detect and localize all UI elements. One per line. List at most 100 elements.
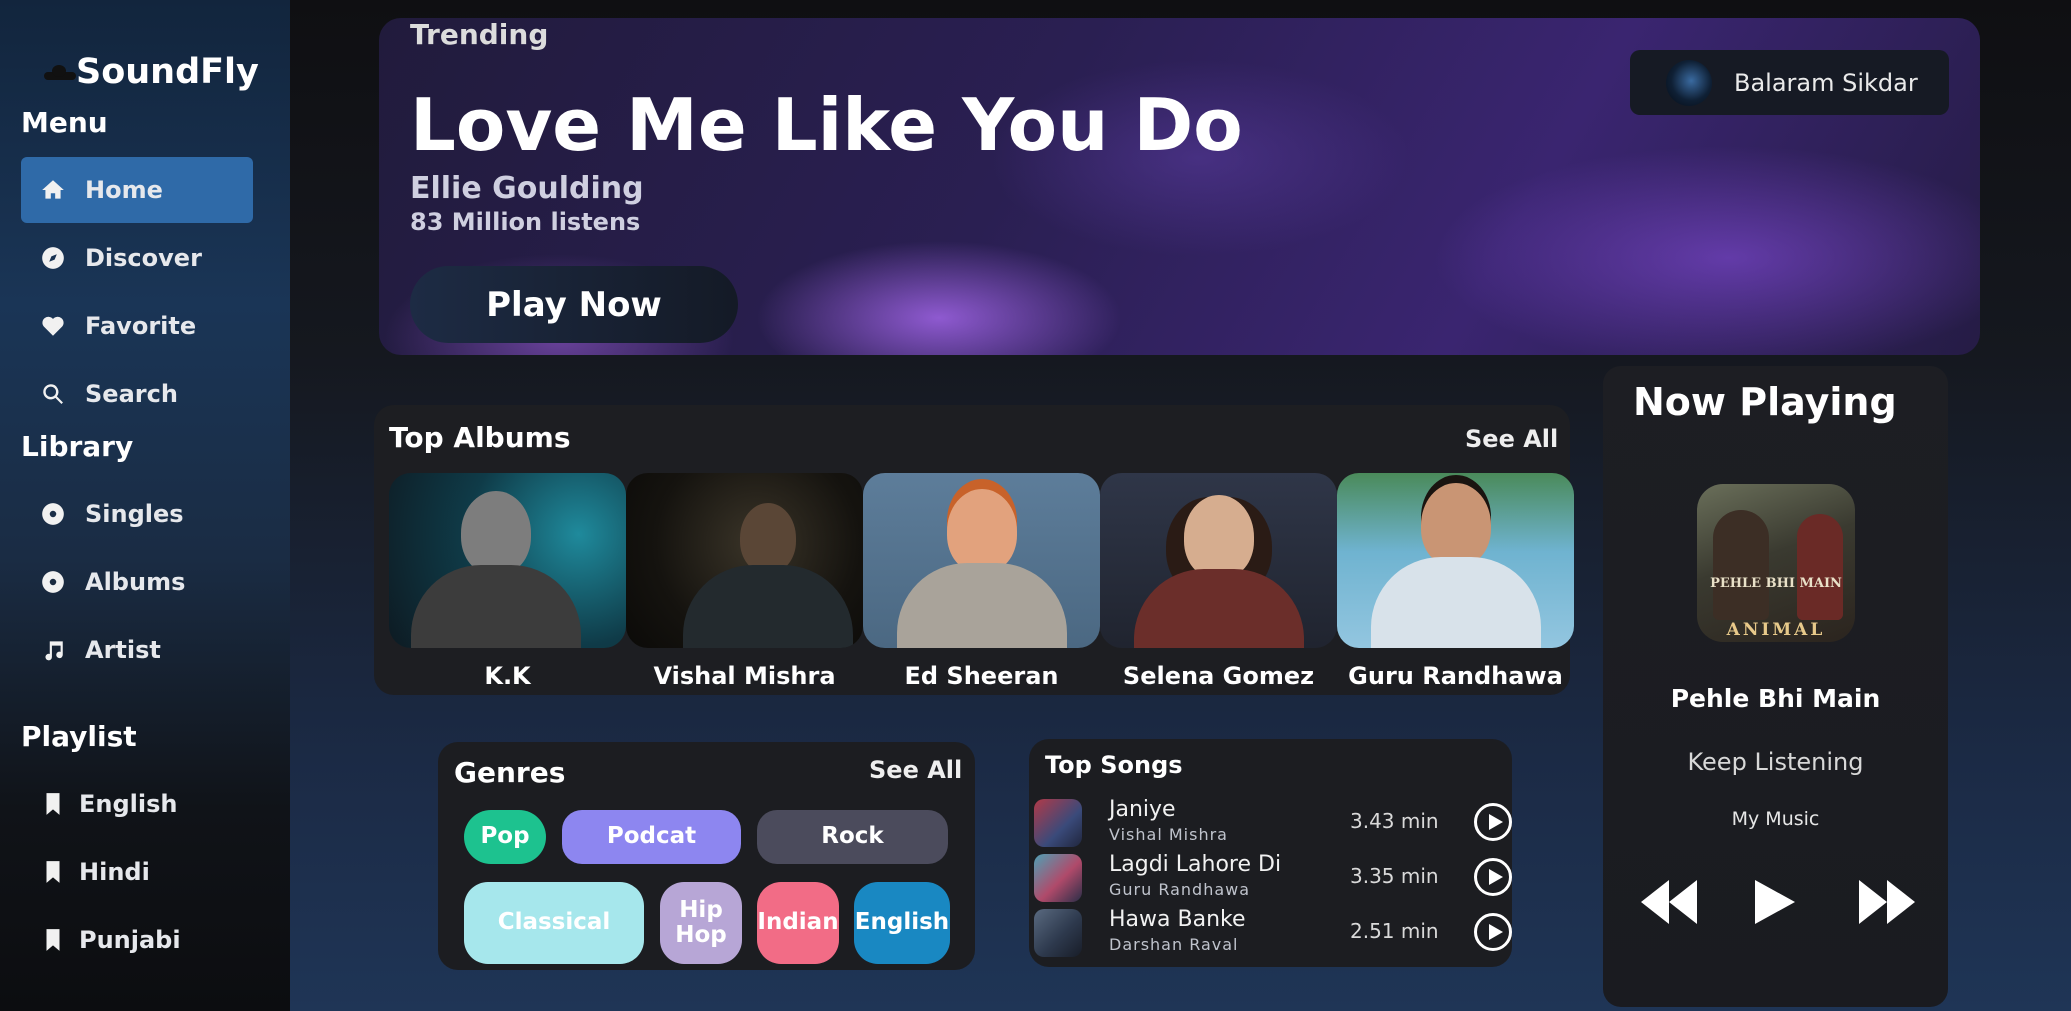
album-cover (389, 473, 626, 648)
now-playing-cover: PEHLE BHI MAIN ANIMAL (1697, 484, 1855, 642)
compass-icon (39, 244, 67, 272)
cover-brand: ANIMAL (1726, 620, 1826, 640)
genre-chip-indian[interactable]: Indian (757, 882, 839, 964)
top-albums-title: Top Albums (389, 421, 571, 454)
my-music-link[interactable]: My Music (1603, 808, 1948, 830)
user-profile-chip[interactable]: Balaram Sikdar (1630, 50, 1949, 115)
app-name: SoundFly (76, 52, 259, 92)
genre-chip-pop[interactable]: Pop (464, 810, 546, 864)
sidebar-item-discover[interactable]: Discover (21, 225, 253, 291)
disc-icon (39, 500, 67, 528)
genre-chip-hip-hop[interactable]: Hip Hop (660, 882, 742, 964)
cloud-icon (40, 64, 76, 80)
album-cover (1337, 473, 1574, 648)
top-albums-see-all-link[interactable]: See All (1465, 425, 1558, 453)
album-artist-name: Guru Randhawa (1348, 662, 1563, 690)
album-cover (863, 473, 1100, 648)
sidebar-item-albums[interactable]: Albums (21, 549, 253, 615)
sidebar-item-hindi[interactable]: Hindi (21, 839, 253, 905)
sidebar-item-label: Punjabi (79, 926, 181, 954)
album-card-kk[interactable]: K.K (389, 473, 626, 690)
heart-icon (39, 312, 67, 340)
top-albums-card: Top Albums See All K.K Vishal Mishra Ed … (374, 405, 1574, 695)
keep-listening-label[interactable]: Keep Listening (1603, 748, 1948, 776)
play-circle-icon[interactable] (1474, 913, 1512, 951)
genre-chip-podcat[interactable]: Podcat (562, 810, 741, 864)
hero-listens: 83 Million listens (410, 208, 641, 236)
now-playing-panel: Now Playing PEHLE BHI MAIN ANIMAL Pehle … (1603, 366, 1948, 1007)
play-circle-icon[interactable] (1474, 803, 1512, 841)
sidebar-item-label: Discover (85, 244, 202, 272)
song-duration: 2.51 min (1350, 919, 1439, 943)
album-artist-name: K.K (484, 662, 531, 690)
genres-see-all-link[interactable]: See All (869, 756, 962, 784)
home-icon (39, 176, 67, 204)
music-note-icon (39, 636, 67, 664)
rewind-icon[interactable] (1641, 880, 1697, 924)
cover-text: PEHLE BHI MAIN (1710, 576, 1842, 591)
album-card-vishal-mishra[interactable]: Vishal Mishra (626, 473, 863, 690)
hero-artist: Ellie Goulding (410, 171, 644, 206)
now-playing-song: Pehle Bhi Main (1670, 684, 1881, 713)
sidebar-item-artist[interactable]: Artist (21, 617, 253, 683)
sidebar-item-label: Home (85, 176, 163, 204)
genre-chip-rock[interactable]: Rock (757, 810, 948, 864)
song-thumbnail (1034, 909, 1082, 957)
sidebar-item-english[interactable]: English (21, 771, 253, 837)
app-logo[interactable]: SoundFly (40, 52, 259, 92)
sidebar-item-favorite[interactable]: Favorite (21, 293, 253, 359)
trending-label: Trending (410, 18, 549, 51)
user-name: Balaram Sikdar (1734, 68, 1918, 97)
genres-card: Genres See All Pop Podcat Rock Classical… (438, 742, 975, 970)
genres-title: Genres (454, 756, 566, 789)
sidebar-item-punjabi[interactable]: Punjabi (21, 907, 253, 973)
song-title: Janiye (1109, 797, 1176, 822)
play-icon[interactable] (1755, 880, 1795, 924)
sidebar-item-label: English (79, 790, 178, 818)
trending-hero-banner: Trending Love Me Like You Do Ellie Gould… (379, 18, 1980, 355)
genre-chip-classical[interactable]: Classical (464, 882, 644, 964)
play-now-button[interactable]: Play Now (410, 266, 738, 343)
song-row-lagdi-lahore-di[interactable]: Lagdi Lahore Di Guru Randhawa 3.35 min (1034, 852, 1512, 904)
song-title: Lagdi Lahore Di (1109, 852, 1282, 877)
sidebar-item-home[interactable]: Home (21, 157, 253, 223)
bookmark-icon (39, 926, 67, 954)
disc-icon (39, 568, 67, 596)
album-card-guru-randhawa[interactable]: Guru Randhawa (1337, 473, 1574, 690)
album-artist-name: Ed Sheeran (904, 662, 1059, 690)
genre-chip-english[interactable]: English (854, 882, 950, 964)
top-songs-card: Top Songs Janiye Vishal Mishra 3.43 min … (1029, 739, 1512, 967)
sidebar-item-search[interactable]: Search (21, 361, 253, 427)
song-thumbnail (1034, 799, 1082, 847)
album-artist-name: Vishal Mishra (653, 662, 836, 690)
bookmark-icon (39, 790, 67, 818)
album-cover (626, 473, 863, 648)
now-playing-title: Now Playing (1633, 380, 1897, 424)
sidebar-item-label: Artist (85, 636, 161, 664)
song-thumbnail (1034, 854, 1082, 902)
album-card-selena-gomez[interactable]: Selena Gomez (1100, 473, 1337, 690)
song-duration: 3.35 min (1350, 864, 1439, 888)
sidebar: SoundFly Menu Home Discover Favorite Sea… (0, 0, 290, 1011)
fast-forward-icon[interactable] (1859, 880, 1915, 924)
song-duration: 3.43 min (1350, 809, 1439, 833)
sidebar-item-singles[interactable]: Singles (21, 481, 253, 547)
song-row-janiye[interactable]: Janiye Vishal Mishra 3.43 min (1034, 797, 1512, 849)
menu-section-title: Menu (21, 106, 108, 139)
album-cover (1100, 473, 1337, 648)
hero-song-title: Love Me Like You Do (410, 83, 1243, 167)
library-section-title: Library (21, 430, 134, 463)
play-circle-icon[interactable] (1474, 858, 1512, 896)
album-card-ed-sheeran[interactable]: Ed Sheeran (863, 473, 1100, 690)
top-songs-title: Top Songs (1045, 751, 1183, 779)
song-artist: Darshan Raval (1109, 935, 1239, 954)
sidebar-item-label: Search (85, 380, 178, 408)
playlist-section-title: Playlist (21, 720, 137, 753)
song-row-hawa-banke[interactable]: Hawa Banke Darshan Raval 2.51 min (1034, 907, 1512, 959)
sidebar-item-label: Singles (85, 500, 184, 528)
sidebar-item-label: Favorite (85, 312, 197, 340)
search-icon (39, 380, 67, 408)
song-artist: Guru Randhawa (1109, 880, 1251, 899)
sidebar-item-label: Albums (85, 568, 186, 596)
album-artist-name: Selena Gomez (1122, 662, 1315, 690)
